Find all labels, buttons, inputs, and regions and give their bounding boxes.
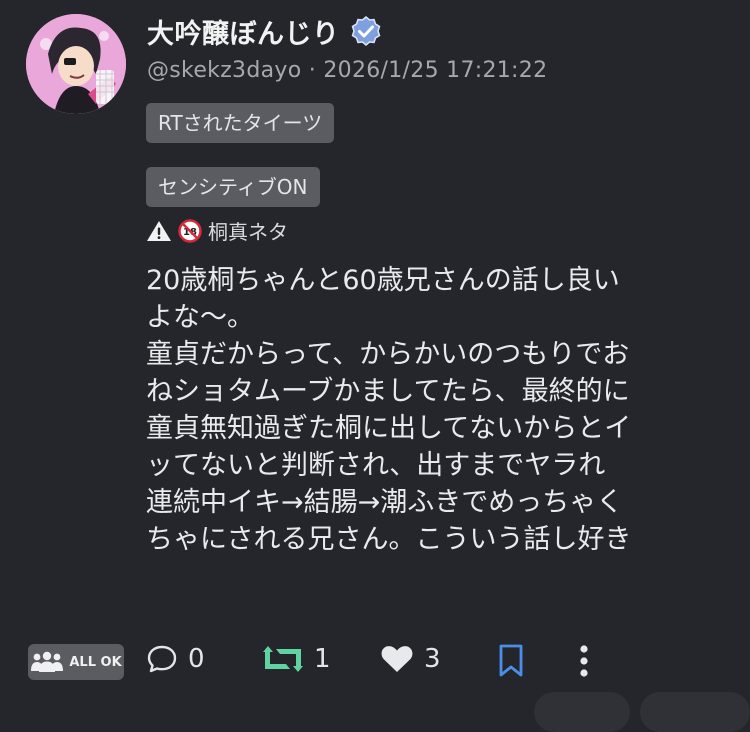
post-timestamp[interactable]: 2026/1/25 17:21:22	[323, 58, 547, 83]
bookmark-button[interactable]	[497, 644, 525, 678]
avatar-image	[26, 14, 126, 114]
floating-pill-left[interactable]	[534, 692, 630, 732]
body-line: 童貞だからって、からかいのつもりでお	[146, 339, 630, 370]
author-handle[interactable]: @skekz3dayo	[147, 58, 301, 83]
retweeted-tag: RTされたタイーツ	[146, 103, 335, 143]
body-line: ッてないと判断され、出すまでヤラれ	[146, 450, 606, 481]
author-row: 大吟醸ぼんじり	[147, 12, 382, 51]
reply-button[interactable]: 0	[146, 644, 205, 674]
people-group-icon	[31, 651, 64, 672]
action-bar: ALL OK 0 1 3	[0, 640, 750, 684]
audience-button[interactable]: ALL OK	[28, 644, 124, 680]
warning-icon	[147, 220, 171, 241]
body-line: 童貞無知過ぎた桐に出してないからとイ	[146, 413, 632, 444]
post-meta: @skekz3dayo · 2026/1/25 17:21:22	[147, 58, 547, 83]
bookmark-icon	[499, 644, 523, 677]
body-line: ねショタムーブかましてたら、最終的に	[146, 376, 630, 407]
repost-button[interactable]: 1	[262, 644, 331, 674]
verified-check-icon	[351, 15, 380, 46]
post-body: 20歳桐ちゃんと60歳兄さんの話し良い よな〜。 童貞だからって、からかいのつも…	[146, 262, 746, 558]
body-line: 連続中イキ→結腸→潮ふきでめっちゃく	[146, 487, 624, 518]
meta-separator: ·	[308, 58, 317, 83]
no-under-18-icon: 18	[178, 218, 202, 243]
content-warning: 18 桐真ネタ	[146, 216, 288, 245]
body-line: よな〜。	[146, 302, 254, 333]
reply-count: 0	[188, 644, 205, 674]
body-line: ちゃにされる兄さん。こういう話し好き	[146, 524, 632, 555]
repost-icon	[263, 646, 303, 672]
content-warning-label: 桐真ネタ	[208, 220, 288, 244]
more-vertical-icon	[580, 645, 588, 677]
heart-icon	[381, 646, 413, 672]
like-count: 3	[424, 644, 441, 674]
body-line: 20歳桐ちゃんと60歳兄さんの話し良い	[146, 265, 620, 296]
sensitive-toggle-button[interactable]: センシティブON	[146, 167, 320, 207]
audience-label: ALL OK	[69, 654, 122, 670]
repost-count: 1	[314, 644, 331, 674]
reply-bubble-icon	[147, 645, 177, 673]
like-button[interactable]: 3	[380, 644, 441, 674]
avatar[interactable]	[26, 14, 126, 114]
author-name[interactable]: 大吟醸ぼんじり	[147, 12, 340, 51]
more-options-button[interactable]	[577, 644, 591, 678]
floating-pill-right[interactable]	[640, 692, 750, 732]
